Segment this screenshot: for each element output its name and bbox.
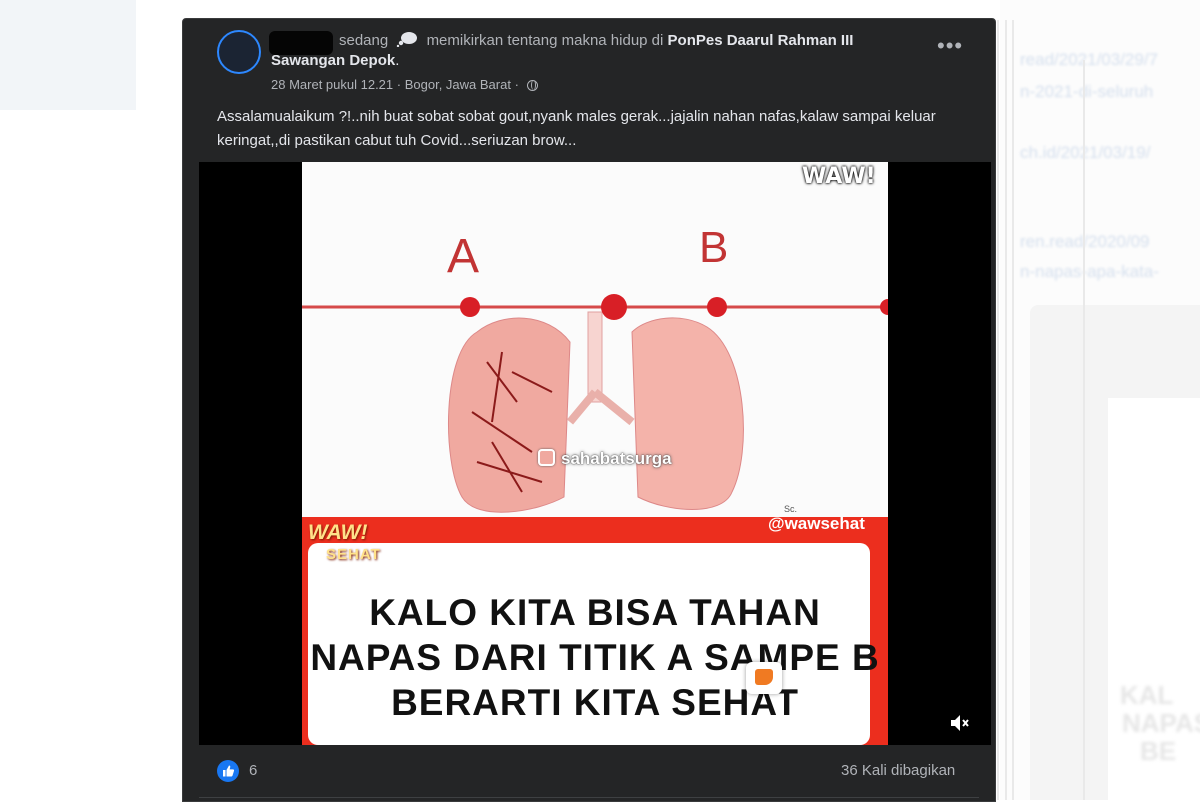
- background-link: ch.id/2021/03/19/: [1020, 143, 1151, 162]
- background-link: read/2021/03/29/7: [1020, 50, 1159, 69]
- headline-line-1: KALO KITA BISA TAHAN: [369, 592, 821, 633]
- like-icon[interactable]: [217, 760, 239, 782]
- place-link[interactable]: PonPes Daarul Rahman III: [668, 32, 854, 49]
- post-meta: 28 Maret pukul 12.21 · Bogor, Jawa Barat…: [271, 77, 538, 92]
- thought-bubble-icon: [396, 31, 418, 51]
- like-count[interactable]: 6: [249, 762, 257, 779]
- headline-line-2: NAPAS DARI TITIK A SAMPE B: [310, 637, 880, 678]
- place-link-continued[interactable]: Sawangan Depok.: [271, 52, 399, 69]
- post-header: sedang memikirkan tentang makna hidup di…: [339, 31, 853, 51]
- more-options-icon[interactable]: •••: [937, 35, 963, 57]
- background-ghost-text: BE: [1140, 736, 1177, 766]
- video-frame: A B WAW! sahabatsurga Sc. WAW! SEHAT @wa…: [302, 162, 888, 745]
- brand-badge: WAW!: [802, 164, 876, 189]
- post-stack-edge: [1005, 20, 1007, 800]
- post-stack-edge: [1083, 60, 1085, 800]
- post-caption: Assalamualaikum ?!..nih buat sobat sobat…: [217, 108, 936, 149]
- background-ghost-text: KAL: [1120, 680, 1174, 710]
- divider: [199, 797, 979, 798]
- background-link: n-napas-apa-kata-: [1020, 262, 1159, 281]
- instagram-watermark: sahabatsurga: [538, 449, 672, 469]
- sticker-icon: [746, 662, 782, 694]
- video-player[interactable]: A B WAW! sahabatsurga Sc. WAW! SEHAT @wa…: [199, 162, 991, 745]
- source-mark: Sc.: [784, 504, 798, 514]
- post-stack-edge: [997, 20, 999, 800]
- share-count[interactable]: 36 Kali dibagikan: [841, 762, 955, 779]
- status-verb: sedang: [339, 32, 389, 49]
- brand-handle: @wawsehat: [768, 514, 865, 533]
- instagram-icon: [538, 449, 555, 466]
- brand-logo-line1: WAW!: [308, 521, 368, 544]
- avatar[interactable]: [217, 30, 261, 74]
- background-link: n-2021-di-seluruh: [1020, 82, 1154, 101]
- globe-icon: [526, 80, 538, 91]
- status-text: memikirkan tentang makna hidup di: [426, 32, 664, 49]
- point-a-label: A: [447, 230, 479, 283]
- post-date[interactable]: 28 Maret pukul 12.21: [271, 77, 393, 92]
- point-b-label: B: [699, 223, 728, 272]
- post-stack-edge: [1012, 20, 1014, 800]
- mute-icon[interactable]: [949, 713, 971, 733]
- post-location: Bogor, Jawa Barat: [404, 77, 511, 92]
- background-ghost-text: NAPAS: [1122, 708, 1200, 738]
- facebook-post: sedang memikirkan tentang makna hidup di…: [182, 18, 996, 802]
- brand-logo-line2: SEHAT: [326, 546, 381, 563]
- background-panel: [0, 0, 136, 110]
- headline-line-3: BERARTI KITA SEHAT: [391, 682, 799, 723]
